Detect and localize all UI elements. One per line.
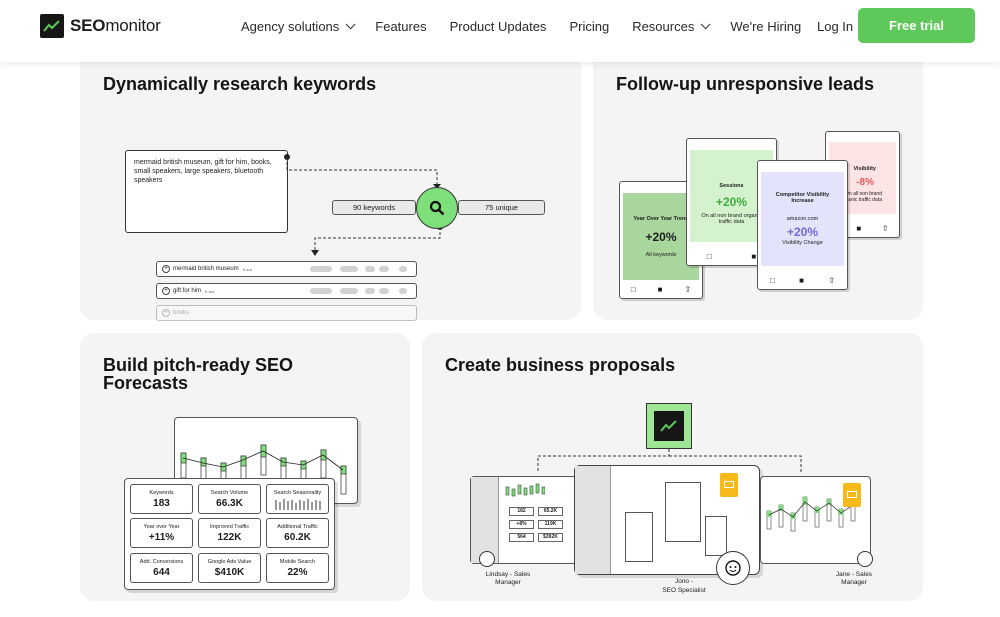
add-icon: + (162, 287, 170, 295)
unique-count-pill: 75 unique (458, 200, 545, 215)
logo-chart-icon (40, 14, 64, 38)
stat-ads-value: Google Ads Value $410K (198, 553, 261, 583)
chevron-down-icon (700, 19, 711, 30)
keyword-row: + mermaid british museum fr aut (156, 261, 417, 277)
avatar-jono (716, 551, 750, 585)
brand-logo-icon (646, 403, 692, 449)
site-header: SEOmonitor Agency solutions Features Pro… (0, 0, 1000, 62)
seasonality-sparkbars (274, 499, 321, 510)
nav-hiring[interactable]: We're Hiring (730, 19, 801, 34)
bookmark-icon[interactable]: □ (770, 276, 775, 285)
chevron-down-icon (345, 19, 356, 30)
bookmark-icon[interactable]: □ (707, 252, 712, 261)
stat-additional-traffic: Additional Traffic 60.2K (266, 518, 329, 548)
nav-agency-solutions[interactable]: Agency solutions (241, 19, 356, 34)
main-nav: Agency solutions Features Product Update… (241, 19, 824, 34)
research-title: Dynamically research keywords (103, 74, 377, 94)
search-icon (416, 187, 458, 229)
stat-mobile-search: Mobile Search 22% (266, 553, 329, 583)
share-icon[interactable]: ⇧ (882, 224, 889, 233)
nav-features[interactable]: Features (375, 19, 426, 34)
caption-lindsay: Lindsay - Sales Manager (485, 571, 531, 586)
share-icon[interactable]: ⇧ (828, 276, 835, 285)
followup-title: Follow-up unresponsive leads (616, 74, 875, 94)
keyword-row: + books (156, 305, 417, 321)
stat-improved-traffic: Improved Traffic 122K (198, 518, 261, 548)
forecasts-title: Build pitch-ready SEO Forecasts (103, 355, 294, 393)
add-icon: + (162, 309, 170, 317)
slides-doc-icon (720, 473, 738, 497)
stat-keywords: Keywords 183 (130, 484, 193, 514)
page: SEOmonitor Agency solutions Features Pro… (0, 0, 1000, 617)
nav-product-updates[interactable]: Product Updates (450, 19, 547, 34)
slides-doc-icon (843, 483, 861, 507)
comment-icon[interactable]: ■ (658, 285, 663, 294)
keyword-row: + gift for him fr aut (156, 283, 417, 299)
brand-name: SEOmonitor (70, 16, 161, 35)
comment-icon[interactable]: ■ (856, 224, 861, 233)
caption-jane: Jane - Sales Manager (835, 571, 873, 586)
avatar-lindsay (479, 551, 495, 567)
stat-year-over-year: Year over Year +11% (130, 518, 193, 548)
keywords-count-pill: 90 keywords (332, 200, 416, 215)
caption-jono-role: SEO Specialist (662, 587, 706, 594)
share-icon[interactable]: ⇧ (684, 285, 691, 294)
bookmark-icon[interactable]: □ (631, 285, 636, 294)
stat-conversions: Add. Conversions 644 (130, 553, 193, 583)
nav-resources[interactable]: Resources (632, 19, 711, 34)
stat-search-volume: Search Volume 66.3K (198, 484, 261, 514)
caption-jono-name: Jono - (674, 578, 694, 585)
free-trial-button[interactable]: Free trial (858, 8, 975, 43)
report-card: Competitor Visibility Increase amazon.co… (757, 160, 848, 290)
keyword-input-box: mermaid british museum, gift for him, bo… (125, 150, 288, 233)
comment-icon[interactable]: ■ (799, 276, 804, 285)
nav-pricing[interactable]: Pricing (569, 19, 609, 34)
stat-seasonality: Search Seasonality (266, 484, 329, 514)
login-link[interactable]: Log In (817, 19, 853, 34)
logo[interactable]: SEOmonitor (40, 14, 161, 38)
add-icon: + (162, 265, 170, 273)
proposals-title: Create business proposals (445, 355, 676, 375)
avatar-jane (857, 551, 873, 567)
comment-icon[interactable]: ■ (751, 252, 756, 261)
